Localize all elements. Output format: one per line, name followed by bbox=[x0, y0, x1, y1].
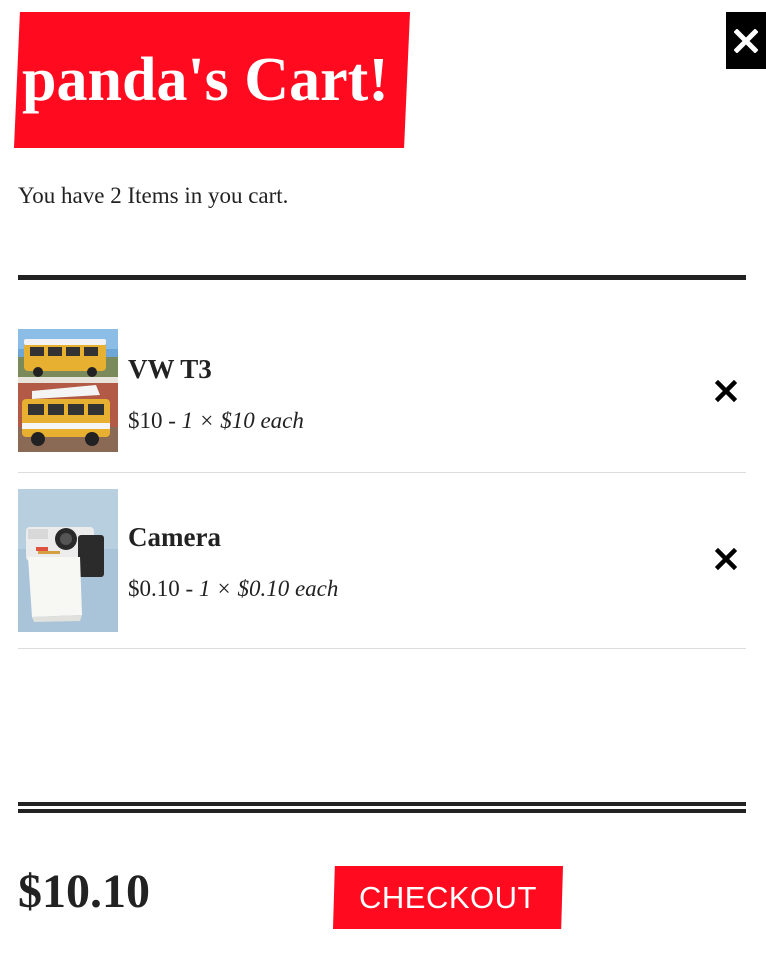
checkout-button[interactable]: CHECKOUT bbox=[333, 866, 563, 929]
top-divider bbox=[18, 275, 746, 280]
item-price-line: $0.10 - 1 × $0.10 each bbox=[128, 574, 338, 604]
item-image bbox=[18, 489, 118, 632]
item-divider bbox=[18, 648, 746, 649]
item-quantity-detail: 1 × $0.10 each bbox=[198, 576, 339, 601]
close-icon bbox=[715, 548, 737, 570]
item-price-line: $10 - 1 × $10 each bbox=[128, 406, 304, 436]
close-icon bbox=[734, 28, 758, 53]
remove-item-button[interactable] bbox=[710, 543, 742, 575]
item-name: VW T3 bbox=[128, 354, 212, 384]
item-price: $10 bbox=[128, 408, 163, 433]
page-title: panda's Cart! bbox=[22, 46, 389, 114]
close-icon bbox=[715, 380, 737, 402]
bottom-divider bbox=[18, 809, 746, 813]
price-separator: - bbox=[179, 576, 199, 601]
item-name: Camera bbox=[128, 522, 221, 552]
item-count-text: You have 2 Items in you cart. bbox=[18, 183, 289, 208]
remove-item-button[interactable] bbox=[710, 375, 742, 407]
item-divider bbox=[18, 472, 746, 473]
close-cart-button[interactable] bbox=[726, 12, 766, 69]
bottom-divider bbox=[18, 802, 746, 806]
item-price: $0.10 bbox=[128, 576, 180, 601]
vw-van-photo bbox=[18, 329, 118, 452]
checkout-label: CHECKOUT bbox=[359, 879, 537, 915]
item-image bbox=[18, 329, 118, 452]
polaroid-camera-photo bbox=[18, 489, 118, 632]
price-separator: - bbox=[162, 408, 182, 433]
item-quantity-detail: 1 × $10 each bbox=[181, 408, 304, 433]
cart-total: $10.10 bbox=[18, 865, 150, 918]
